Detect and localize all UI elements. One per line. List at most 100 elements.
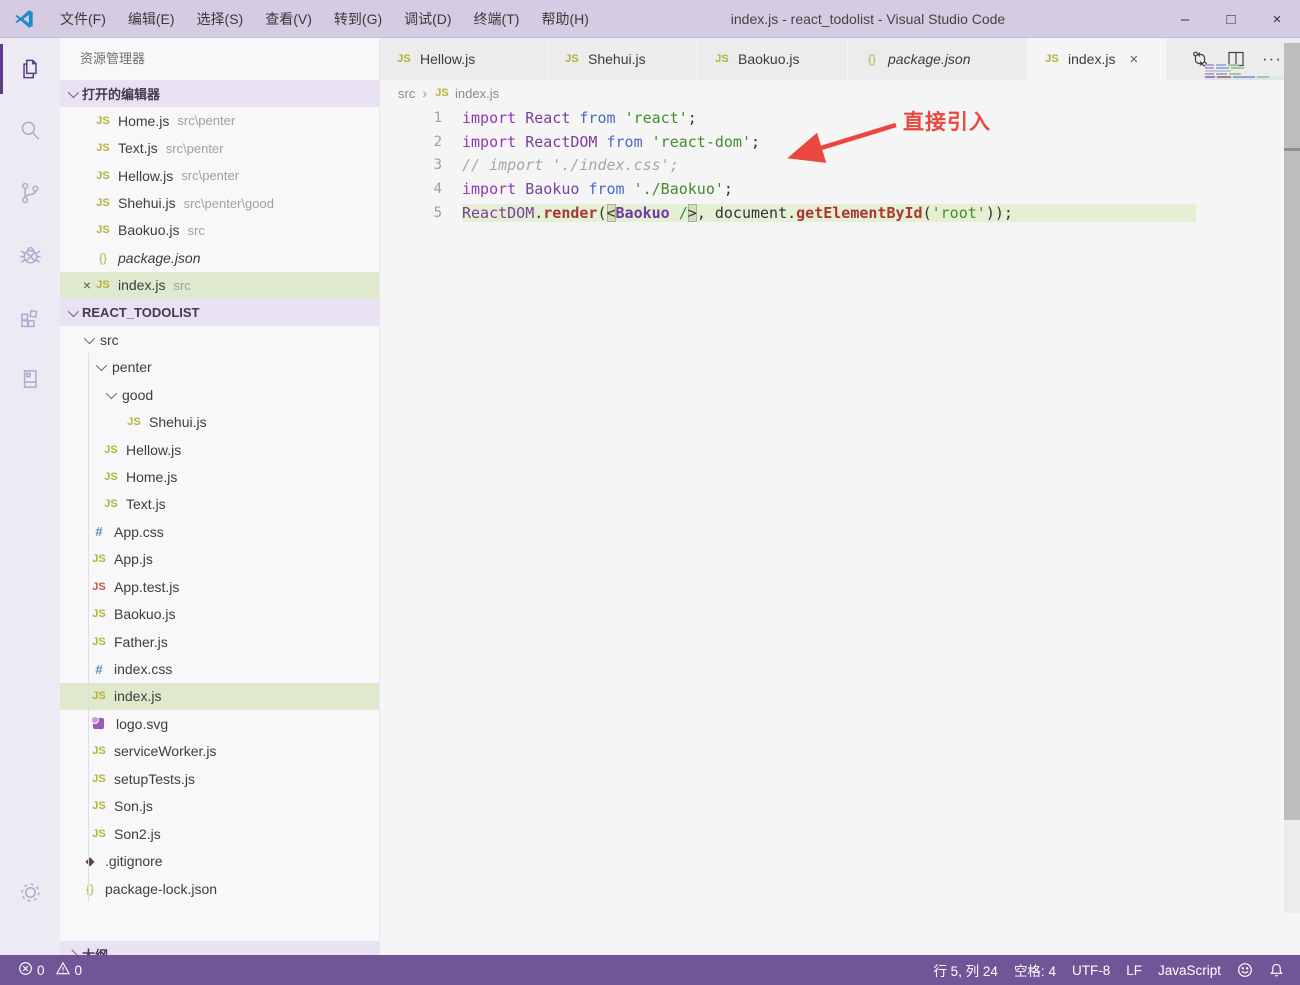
tree-file[interactable]: logo.svg: [60, 710, 379, 737]
chevron-down-icon: [67, 86, 80, 98]
menu-item[interactable]: 查看(V): [254, 0, 323, 38]
problems-indicator[interactable]: 0 0: [10, 955, 90, 985]
file-dir: src\penter: [181, 168, 240, 184]
tree-folder[interactable]: src: [60, 326, 379, 353]
tree-file[interactable]: {} package-lock.json: [60, 875, 379, 902]
status-language-mode[interactable]: JavaScript: [1150, 955, 1229, 985]
open-editor-item[interactable]: JS Baokuo.js src: [60, 217, 379, 244]
menu-item[interactable]: 调试(D): [393, 0, 462, 38]
tree-file[interactable]: JS Son2.js: [60, 820, 379, 847]
code-line[interactable]: 4 import Baokuo from './Baokuo';: [380, 177, 1196, 201]
debug-icon[interactable]: [0, 224, 60, 286]
tree-file[interactable]: JS setupTests.js: [60, 765, 379, 792]
menu-bar: 文件(F) 编辑(E) 选择(S) 查看(V) 转到(G) 调试(D) 终端(T) 帮助(H): [49, 0, 600, 38]
code-line[interactable]: 3 // import './index.css';: [380, 154, 1196, 178]
status-eol[interactable]: LF: [1118, 955, 1150, 985]
tree-file[interactable]: JS App.js: [60, 546, 379, 573]
open-editor-item[interactable]: JS Shehui.js src\penter\good: [60, 189, 379, 216]
tree-file[interactable]: JS serviceWorker.js: [60, 738, 379, 765]
file-tree: src penter good JS Shehui.js JS Hellow.js JS Hom…: [60, 326, 379, 903]
explorer-icon[interactable]: [0, 38, 60, 100]
tree-file[interactable]: JS Son.js: [60, 793, 379, 820]
tree-file[interactable]: JS Shehui.js: [60, 408, 379, 435]
tab-label: Shehui.js: [588, 51, 646, 67]
tab-Hellow.js[interactable]: JS Hellow.js: [380, 38, 548, 80]
tree-file[interactable]: JS App.test.js: [60, 573, 379, 600]
code-text: // import './index.css';: [462, 156, 679, 175]
open-editor-item[interactable]: {} package.json: [60, 244, 379, 271]
tab-Baokuo.js[interactable]: JS Baokuo.js: [698, 38, 848, 80]
file-dir: src\penter: [177, 113, 236, 129]
breadcrumb-label: index.js: [455, 85, 500, 101]
tree-file[interactable]: JS Hellow.js: [60, 436, 379, 463]
menu-item[interactable]: 终端(T): [463, 0, 531, 38]
file-name: logo.svg: [116, 715, 169, 732]
minimize-button[interactable]: –: [1162, 0, 1208, 38]
status-encoding[interactable]: UTF-8: [1064, 955, 1118, 985]
extensions-icon[interactable]: [0, 286, 60, 348]
close-button[interactable]: ×: [1254, 0, 1300, 38]
menu-item[interactable]: 文件(F): [49, 0, 117, 38]
menu-item[interactable]: 编辑(E): [117, 0, 186, 38]
code-line[interactable]: 5 ReactDOM.render(<Baokuo />, document.ge…: [380, 201, 1196, 225]
chevron-down-icon: [95, 360, 108, 372]
file-name: Baokuo.js: [118, 222, 180, 239]
tree-file[interactable]: JS Baokuo.js: [60, 600, 379, 627]
tree-file[interactable]: ◆ .gitignore: [60, 847, 379, 874]
js-file-icon: JS: [1045, 53, 1059, 65]
open-editor-item[interactable]: JS Hellow.js src\penter: [60, 162, 379, 189]
breadcrumb-item[interactable]: JS index.js: [434, 86, 499, 101]
tab-index.js[interactable]: JS index.js ×: [1028, 38, 1166, 80]
code-text: import React from 'react';: [462, 108, 697, 127]
line-number: 3: [433, 157, 442, 174]
tab-package.json[interactable]: {} package.json: [848, 38, 1028, 80]
breadcrumb-item[interactable]: src: [398, 86, 415, 101]
code-line[interactable]: 2 import ReactDOM from 'react-dom';: [380, 130, 1196, 154]
feedback-smiley-icon[interactable]: [1229, 955, 1261, 985]
source-control-icon[interactable]: [0, 162, 60, 224]
scrollbar-thumb[interactable]: [1284, 43, 1300, 820]
settings-gear-icon[interactable]: [0, 861, 60, 923]
open-editors-header[interactable]: 打开的编辑器: [60, 80, 379, 107]
open-editor-item[interactable]: × JS index.js src: [60, 271, 379, 300]
close-icon[interactable]: ×: [79, 277, 95, 293]
svg-file-icon: [91, 716, 104, 730]
outline-section-header[interactable]: 大纲: [60, 941, 379, 955]
tree-file[interactable]: JS Home.js: [60, 463, 379, 490]
code-editor[interactable]: 1 import React from 'react'; 2 import React…: [380, 106, 1196, 225]
indent-guide: [88, 353, 89, 903]
status-cursor-position[interactable]: 行 5, 列 24: [925, 955, 1006, 985]
project-section-header[interactable]: REACT_TODOLIST: [60, 299, 379, 327]
code-line[interactable]: 1 import React from 'react';: [380, 106, 1196, 130]
notifications-bell-icon[interactable]: [1261, 955, 1292, 985]
js-file-icon: JS: [96, 197, 110, 210]
tab-Shehui.js[interactable]: JS Shehui.js: [548, 38, 698, 80]
tree-folder[interactable]: good: [60, 381, 379, 408]
file-name: index.css: [114, 661, 173, 678]
menu-item[interactable]: 帮助(H): [530, 0, 599, 38]
project-box-icon[interactable]: [0, 348, 60, 410]
minimap[interactable]: [1205, 64, 1283, 81]
open-editor-item[interactable]: JS Text.js src\penter: [60, 134, 379, 161]
open-editor-item[interactable]: JS Home.js src\penter: [60, 107, 379, 134]
status-indentation[interactable]: 空格: 4: [1006, 955, 1064, 985]
tree-folder[interactable]: penter: [60, 354, 379, 381]
window-title: index.js - react_todolist - Visual Studi…: [730, 10, 1006, 27]
menu-item[interactable]: 选择(S): [186, 0, 255, 38]
tree-file[interactable]: JS Father.js: [60, 628, 379, 655]
menu-item[interactable]: 转到(G): [323, 0, 393, 38]
tree-file[interactable]: # App.css: [60, 518, 379, 545]
search-icon[interactable]: [0, 100, 60, 162]
file-name: Shehui.js: [118, 195, 176, 212]
tree-file[interactable]: # index.css: [60, 655, 379, 682]
breadcrumb-separator-icon: ›: [422, 85, 428, 101]
tab-label: Hellow.js: [420, 51, 476, 67]
maximize-button[interactable]: □: [1208, 0, 1254, 38]
tree-file[interactable]: JS index.js: [60, 682, 379, 711]
close-icon[interactable]: ×: [1129, 51, 1138, 68]
editor-scrollbar[interactable]: [1284, 38, 1300, 913]
file-name: package-lock.json: [105, 880, 218, 897]
tree-file[interactable]: JS Text.js: [60, 491, 379, 518]
js-file-icon: JS: [96, 114, 110, 127]
error-icon: [18, 961, 33, 979]
